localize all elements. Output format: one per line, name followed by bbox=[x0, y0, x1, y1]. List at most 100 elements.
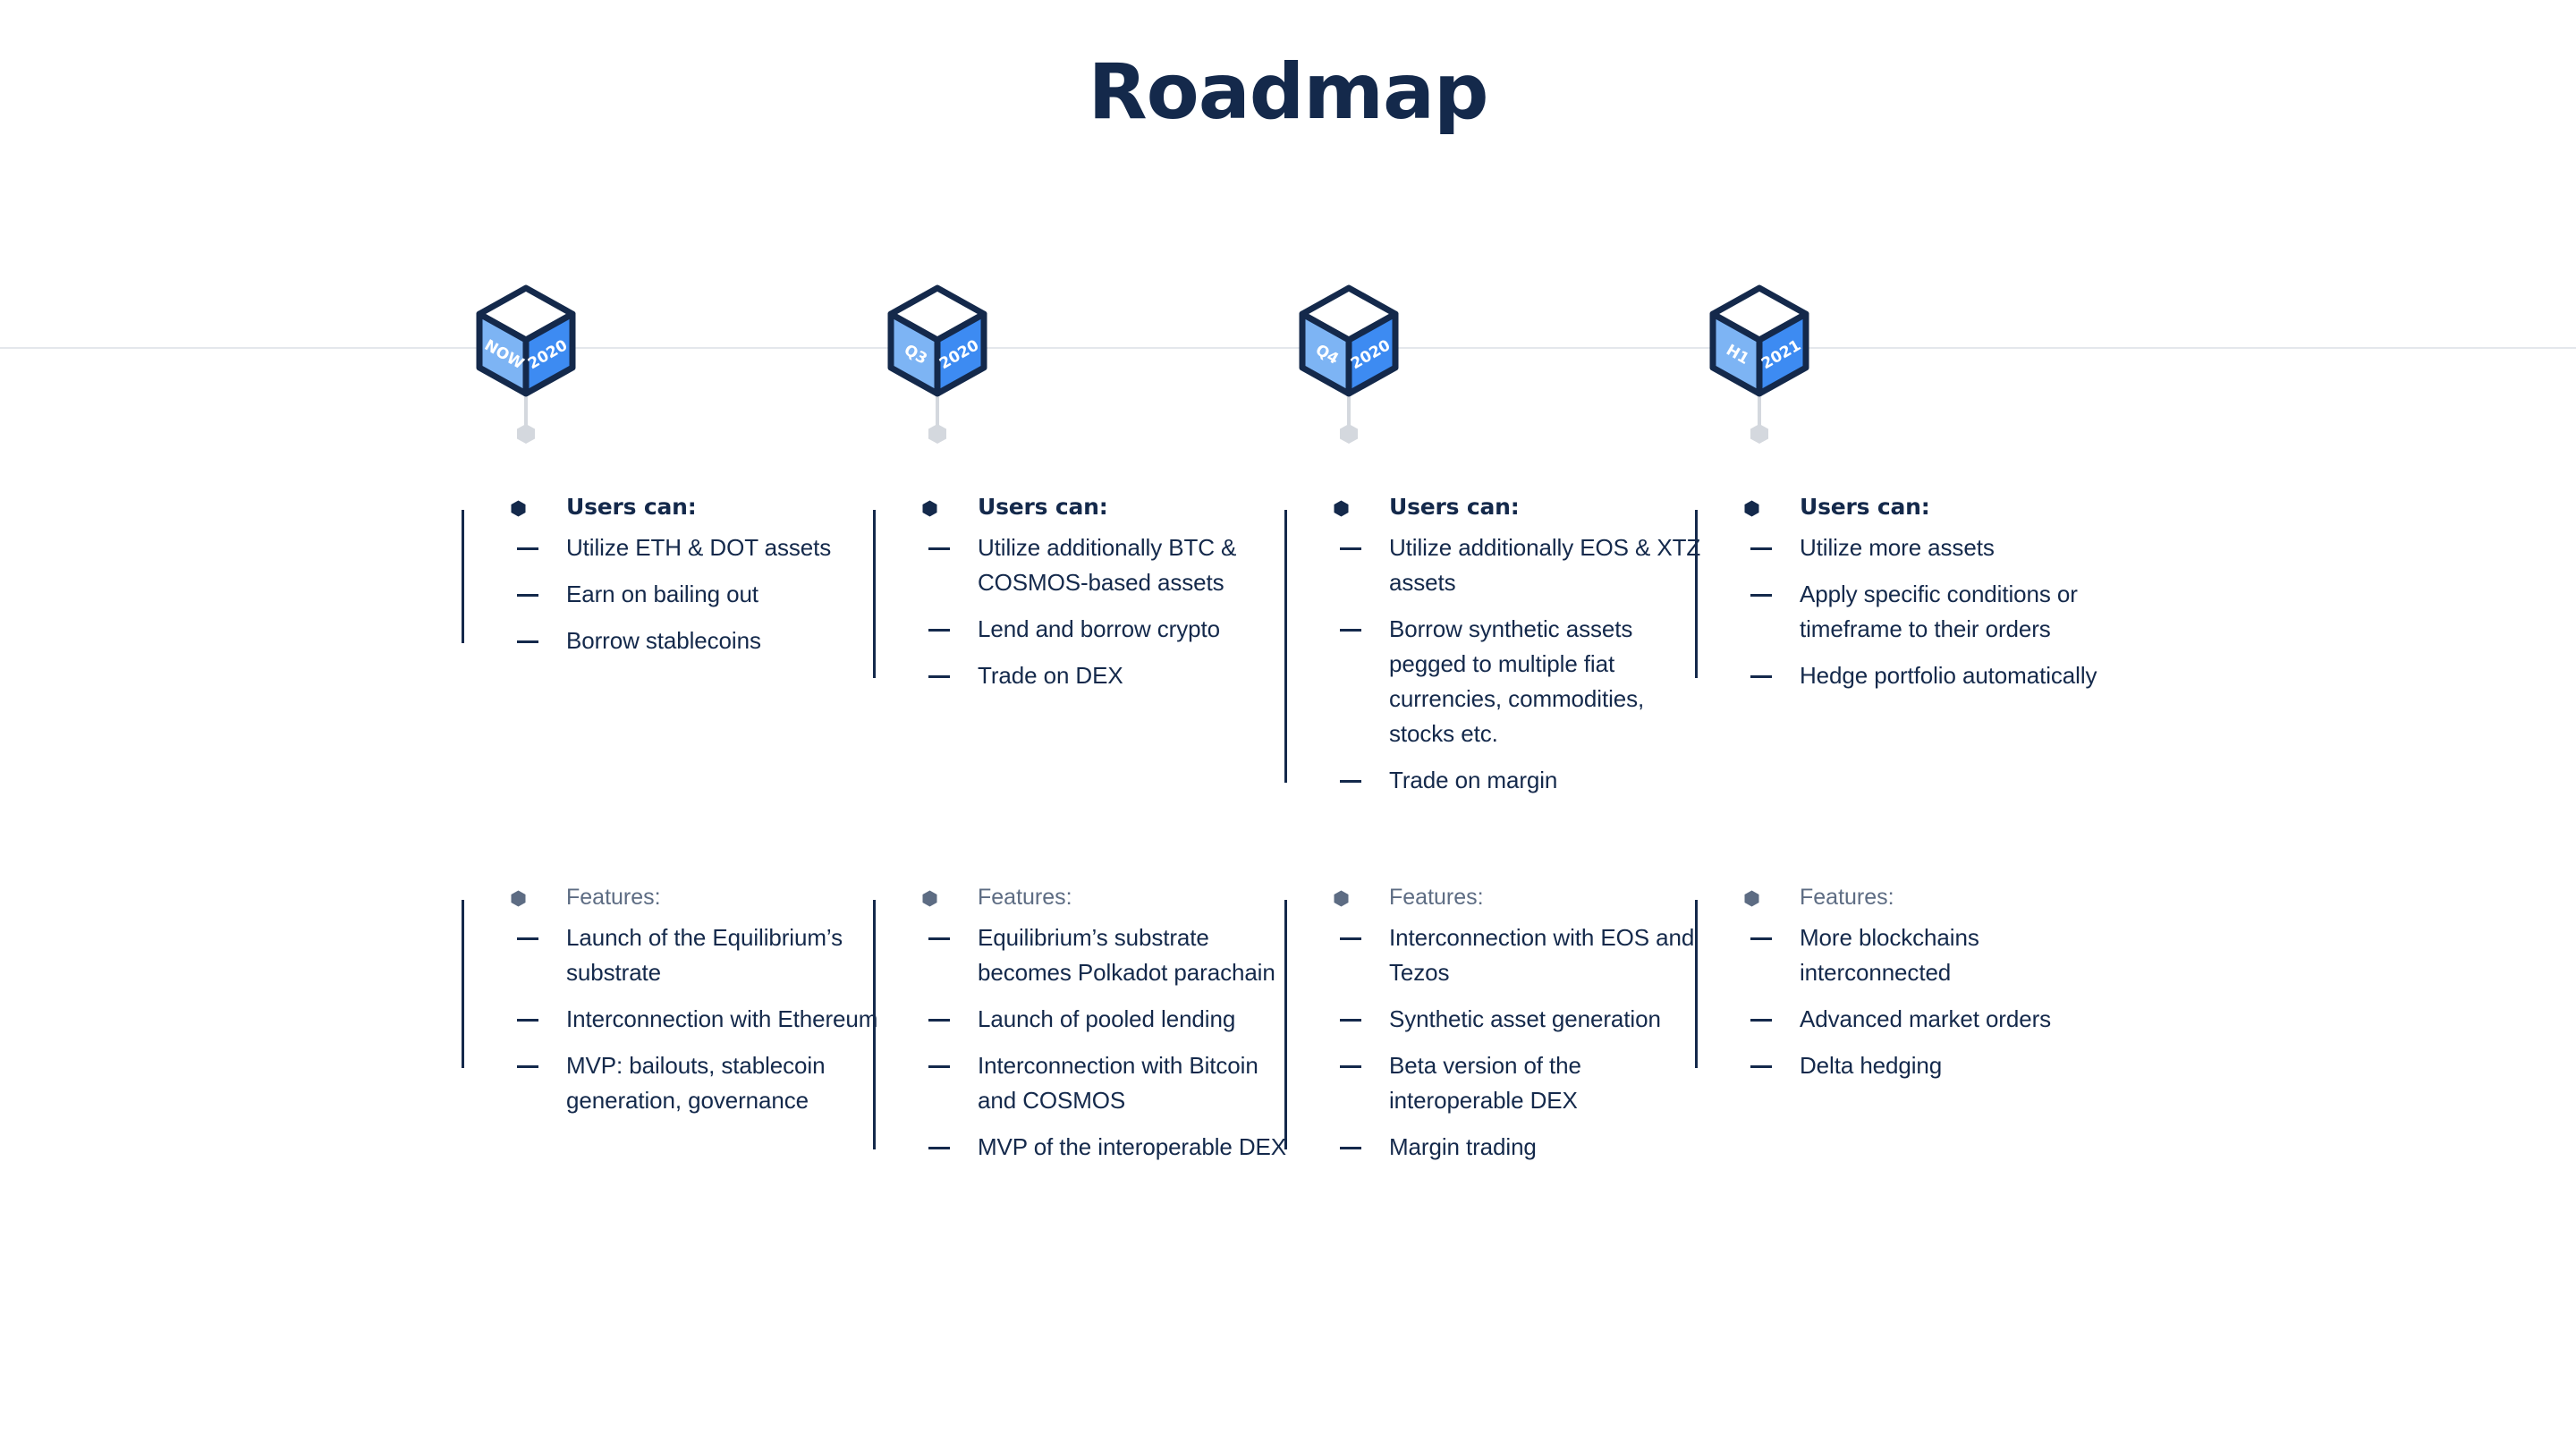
roadmap-list-item: Advanced market orders bbox=[1750, 1002, 2120, 1037]
roadmap-item-label: Utilize additionally EOS & XTZ assets bbox=[1389, 534, 1701, 596]
timeline-spine bbox=[873, 900, 876, 1149]
roadmap-list-item: Launch of the Equilibrium’s substrate bbox=[517, 920, 886, 990]
users-can-heading: Users can: bbox=[1800, 494, 1930, 520]
roadmap-list-item: Launch of pooled lending bbox=[928, 1002, 1298, 1037]
roadmap-item-label: Beta version of the interoperable DEX bbox=[1389, 1052, 1581, 1114]
list-tick-marker bbox=[928, 547, 950, 550]
milestone-cube-q4-2020[interactable]: Q4 2020 bbox=[1295, 284, 1402, 445]
list-tick-marker bbox=[928, 675, 950, 678]
timeline-axis-line bbox=[0, 347, 2576, 349]
roadmap-item-label: Utilize additionally BTC & COSMOS-based … bbox=[978, 534, 1237, 596]
list-tick-marker bbox=[1340, 629, 1361, 632]
roadmap-list-item: Trade on DEX bbox=[928, 658, 1298, 693]
list-tick-marker bbox=[1340, 1019, 1361, 1022]
users-can-heading: Users can: bbox=[566, 494, 697, 520]
roadmap-item-label: Utilize ETH & DOT assets bbox=[566, 534, 832, 561]
timeline-spine bbox=[873, 510, 876, 678]
roadmap-list-item: Utilize ETH & DOT assets bbox=[517, 530, 886, 565]
list-tick-marker bbox=[1340, 547, 1361, 550]
list-tick-marker bbox=[928, 937, 950, 940]
timeline-spine bbox=[462, 900, 464, 1068]
isometric-cube-icon: Q3 2020 bbox=[887, 284, 987, 397]
roadmap-list-item: MVP: bailouts, stablecoin generation, go… bbox=[517, 1048, 886, 1118]
list-tick-marker bbox=[517, 1019, 538, 1022]
roadmap-list-item: Borrow synthetic assets pegged to multip… bbox=[1340, 612, 1709, 751]
features-block: Features: Launch of the Equilibrium’s sub… bbox=[462, 884, 886, 1118]
timeline-spine bbox=[462, 510, 464, 643]
roadmap-list-item: Lend and borrow crypto bbox=[928, 612, 1298, 647]
roadmap-item-list: Utilize ETH & DOT assets Earn on bailing … bbox=[517, 530, 886, 658]
roadmap-item-list: Interconnection with EOS and Tezos Synthe… bbox=[1340, 920, 1709, 1165]
roadmap-list-item: Equilibrium’s substrate becomes Polkadot… bbox=[928, 920, 1298, 990]
features-spine-dot-icon bbox=[1334, 890, 1349, 907]
roadmap-list-item: Beta version of the interoperable DEX bbox=[1340, 1048, 1709, 1118]
roadmap-list-item: Utilize additionally BTC & COSMOS-based … bbox=[928, 530, 1298, 600]
roadmap-list-item: Interconnection with EOS and Tezos bbox=[1340, 920, 1709, 990]
list-tick-marker bbox=[1750, 937, 1772, 940]
roadmap-item-label: Apply specific conditions or timeframe t… bbox=[1800, 581, 2078, 642]
list-tick-marker bbox=[928, 1019, 950, 1022]
list-tick-marker bbox=[1340, 1147, 1361, 1149]
roadmap-item-label: Interconnection with Ethereum bbox=[566, 1005, 878, 1032]
roadmap-column: Users can: Utilize additionally EOS & XTZ… bbox=[1284, 494, 1709, 1165]
milestone-pin-icon bbox=[928, 424, 946, 444]
roadmap-list-item: Interconnection with Ethereum bbox=[517, 1002, 886, 1037]
users-can-heading: Users can: bbox=[978, 494, 1108, 520]
roadmap-item-label: MVP: bailouts, stablecoin generation, go… bbox=[566, 1052, 826, 1114]
roadmap-list-item: Utilize additionally EOS & XTZ assets bbox=[1340, 530, 1709, 600]
roadmap-list-item: Trade on margin bbox=[1340, 763, 1709, 798]
roadmap-list-item: Margin trading bbox=[1340, 1130, 1709, 1165]
list-tick-marker bbox=[1750, 675, 1772, 678]
list-tick-marker bbox=[928, 629, 950, 632]
users-can-block: Users can: Utilize ETH & DOT assets Earn o… bbox=[462, 494, 886, 658]
features-spine-dot-icon bbox=[511, 890, 526, 907]
list-tick-marker bbox=[517, 640, 538, 643]
features-spine-dot-icon bbox=[922, 890, 937, 907]
roadmap-item-label: Lend and borrow crypto bbox=[978, 615, 1220, 642]
milestone-pin-icon bbox=[1750, 424, 1768, 444]
roadmap-item-label: Advanced market orders bbox=[1800, 1005, 2052, 1032]
roadmap-column: Users can: Utilize additionally BTC & COS… bbox=[873, 494, 1298, 1165]
isometric-cube-icon: NOW2020 bbox=[476, 284, 576, 397]
list-tick-marker bbox=[1750, 1019, 1772, 1022]
users-can-block: Users can: Utilize additionally EOS & XTZ… bbox=[1284, 494, 1709, 798]
roadmap-column: Users can: Utilize ETH & DOT assets Earn o… bbox=[462, 494, 886, 1118]
users-spine-dot-icon bbox=[511, 500, 526, 517]
roadmap-item-label: More blockchains interconnected bbox=[1800, 924, 1979, 986]
timeline-spine bbox=[1695, 900, 1698, 1068]
users-spine-dot-icon bbox=[1334, 500, 1349, 517]
roadmap-item-label: Earn on bailing out bbox=[566, 581, 758, 607]
timeline-spine bbox=[1284, 900, 1287, 1149]
features-block: Features: Equilibrium’s substrate becomes… bbox=[873, 884, 1298, 1165]
roadmap-list-item: MVP of the interoperable DEX bbox=[928, 1130, 1298, 1165]
roadmap-item-list: Utilize additionally EOS & XTZ assets Bor… bbox=[1340, 530, 1709, 798]
list-tick-marker bbox=[1750, 594, 1772, 597]
list-tick-marker bbox=[1750, 1065, 1772, 1068]
milestone-cube-now-2020[interactable]: NOW 2020 bbox=[472, 284, 580, 445]
users-can-heading: Users can: bbox=[1389, 494, 1520, 520]
features-block: Features: More blockchains interconnected… bbox=[1695, 884, 2120, 1083]
features-block: Features: Interconnection with EOS and Te… bbox=[1284, 884, 1709, 1165]
milestone-cube-h1-2021[interactable]: H1 2021 bbox=[1706, 284, 1813, 445]
list-tick-marker bbox=[517, 594, 538, 597]
list-tick-marker bbox=[928, 1065, 950, 1068]
users-can-block: Users can: Utilize more assets Apply speci… bbox=[1695, 494, 2120, 693]
roadmap-item-label: Borrow synthetic assets pegged to multip… bbox=[1389, 615, 1645, 747]
roadmap-item-list: More blockchains interconnected Advanced … bbox=[1750, 920, 2120, 1083]
roadmap-list-item: Interconnection with Bitcoin and COSMOS bbox=[928, 1048, 1298, 1118]
milestone-cube-q3-2020[interactable]: Q3 2020 bbox=[884, 284, 991, 445]
roadmap-item-label: Utilize more assets bbox=[1800, 534, 1995, 561]
roadmap-list-item: Utilize more assets bbox=[1750, 530, 2120, 565]
roadmap-column: Users can: Utilize more assets Apply speci… bbox=[1695, 494, 2120, 1083]
milestone-pin-icon bbox=[1340, 424, 1358, 444]
roadmap-list-item: Earn on bailing out bbox=[517, 577, 886, 612]
roadmap-item-label: Launch of pooled lending bbox=[978, 1005, 1236, 1032]
list-tick-marker bbox=[1340, 780, 1361, 783]
